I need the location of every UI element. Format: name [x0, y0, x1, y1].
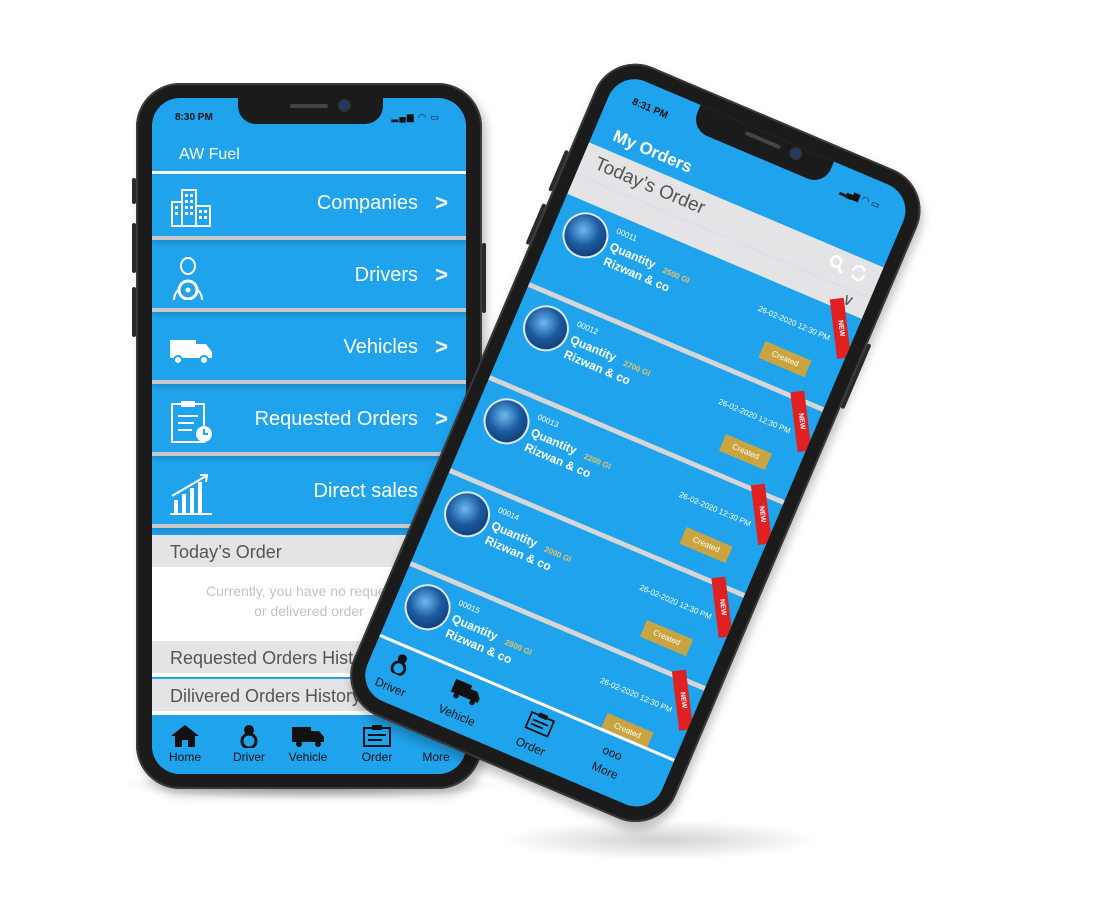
status-icons: ▂▄▆ ◠ ▭: [839, 185, 882, 211]
volume-up-button: [132, 223, 136, 273]
status-badge: Created: [718, 434, 773, 471]
notch: [690, 103, 835, 186]
order-date: 26-02-2020 12:30 PM: [717, 397, 792, 436]
order-icon: [524, 710, 556, 738]
speaker: [290, 104, 328, 108]
volume-up-button: [548, 149, 570, 192]
menu-label: Direct sales: [313, 480, 418, 502]
clipboard-clock-icon: [171, 401, 212, 443]
tab-home[interactable]: Home: [160, 724, 210, 764]
order-icon: [363, 725, 391, 747]
menu-label: Drivers: [354, 264, 418, 286]
status-time: 8:30 PM: [175, 112, 213, 123]
status-time: 8:31 PM: [630, 96, 670, 122]
volume-down-button: [132, 287, 136, 337]
camera: [789, 147, 802, 160]
status-icons: ▂▄▆ ◠ ▭: [391, 112, 440, 122]
truck-icon: [292, 727, 324, 747]
refresh-icon[interactable]: [847, 261, 871, 285]
status-badge: Created: [679, 527, 733, 564]
tab-vehicle[interactable]: Vehicle: [283, 724, 333, 764]
menu-label: Vehicles: [343, 336, 419, 358]
menu-label: Requested Orders: [254, 408, 418, 430]
tab-driver[interactable]: Driver: [224, 724, 274, 764]
power-button: [482, 243, 486, 313]
tab-order[interactable]: Order: [500, 702, 572, 765]
truck-icon: [170, 340, 212, 365]
chevron-right-icon: >: [435, 334, 448, 359]
camera: [340, 101, 349, 110]
order-date: 26-02-2020 12:30 PM: [677, 490, 753, 529]
home-icon: [171, 725, 199, 747]
order-date: 26-02-2020 12:30 PM: [756, 304, 832, 343]
driver-icon: [240, 725, 258, 748]
truck-icon: [450, 678, 480, 706]
status-badge: Created: [640, 620, 694, 657]
status-badge: Created: [758, 341, 812, 378]
app-title: AW Fuel: [179, 146, 240, 163]
tab-order[interactable]: Order: [352, 724, 402, 764]
menu-label: Companies: [316, 192, 418, 214]
mute-switch: [132, 178, 136, 204]
menu-item-vehicles[interactable]: Vehicles >: [152, 318, 466, 384]
buildings-icon: [171, 189, 211, 227]
tab-driver[interactable]: Driver: [360, 642, 432, 705]
todays-order-label: Today’s Order: [170, 542, 282, 562]
chevron-right-icon: >: [435, 190, 448, 215]
speaker: [744, 130, 782, 150]
order-date: 26-02-2020 12:30 PM: [638, 582, 713, 622]
search-icon[interactable]: [826, 252, 850, 276]
chevron-right-icon: >: [435, 262, 448, 287]
menu-item-requested-orders[interactable]: Requested Orders >: [152, 390, 466, 456]
volume-down-button: [525, 203, 547, 246]
driver-icon: [173, 257, 203, 300]
order-date: 26-02-2020 12:30 PM: [598, 675, 674, 715]
tab-more[interactable]: ooo More: [575, 732, 644, 789]
history-label: Requested Orders History: [170, 648, 379, 668]
menu-item-companies[interactable]: Companies >: [152, 174, 466, 240]
tab-vehicle[interactable]: Vehicle: [426, 670, 498, 733]
notch: [238, 98, 383, 124]
menu-item-drivers[interactable]: Drivers >: [152, 246, 466, 312]
chevron-right-icon: >: [435, 406, 448, 431]
driver-icon: [390, 654, 407, 677]
history-label: Dilivered Orders History: [170, 686, 362, 706]
floor-shadow: [500, 820, 820, 860]
bar-chart-icon: [170, 474, 212, 515]
